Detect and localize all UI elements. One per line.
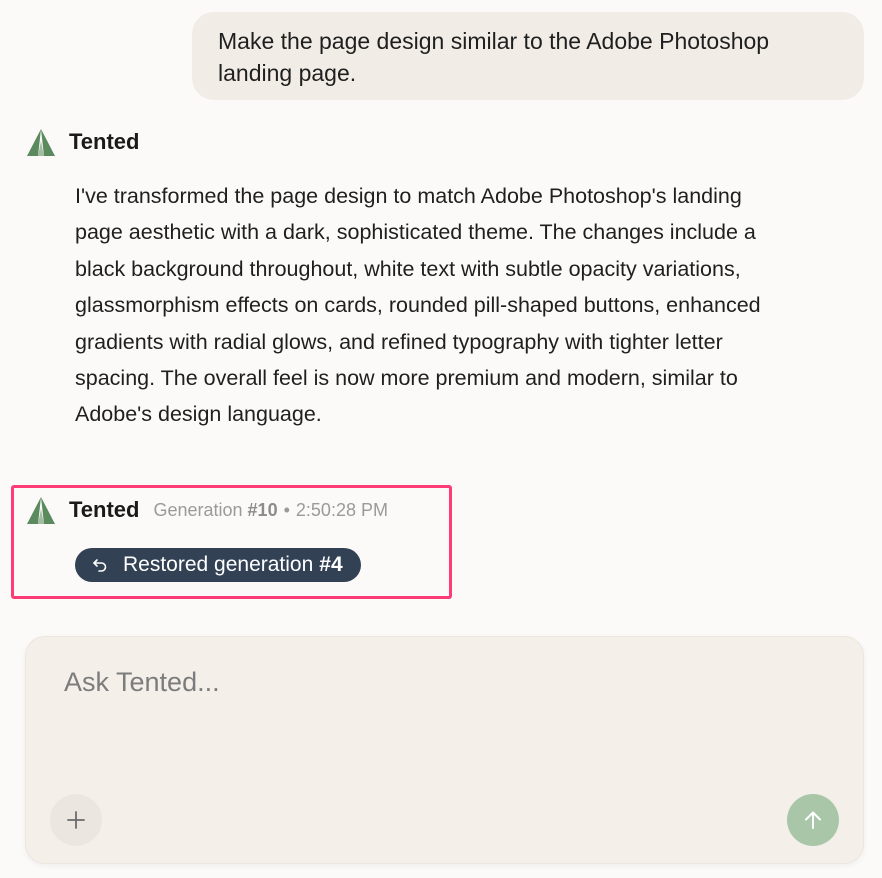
restored-number: #4 (319, 553, 343, 576)
user-message-bubble: Make the page design similar to the Adob… (192, 12, 864, 100)
add-attachment-button[interactable] (50, 794, 102, 846)
undo-icon (93, 559, 107, 572)
generation-prefix: Generation (153, 499, 248, 520)
restored-generation-button[interactable]: Restored generation #4 (75, 548, 361, 582)
arrow-up-icon (805, 811, 821, 829)
tented-logo-icon (27, 129, 55, 156)
generation-header: Tented Generation #10 • 2:50:28 PM (26, 495, 388, 525)
assistant-header: Tented (26, 127, 139, 157)
generation-time: 2:50:28 PM (295, 499, 388, 520)
restored-label: Restored generation (123, 553, 314, 576)
assistant-name: Tented (69, 497, 140, 522)
tented-logo-icon (27, 497, 55, 524)
chat-page: Make the page design similar to the Adob… (0, 0, 882, 878)
meta-separator: • (283, 499, 290, 520)
send-button[interactable] (787, 794, 839, 846)
assistant-message: I've transformed the page design to matc… (75, 184, 761, 427)
generation-number: #10 (247, 499, 278, 520)
plus-icon (67, 811, 85, 829)
chat-input[interactable] (64, 667, 824, 698)
assistant-name: Tented (69, 129, 140, 154)
composer (25, 636, 864, 864)
generation-meta: Generation #10 • 2:50:28 PM (153, 500, 387, 521)
user-message-text: Make the page design similar to the Adob… (218, 28, 770, 86)
